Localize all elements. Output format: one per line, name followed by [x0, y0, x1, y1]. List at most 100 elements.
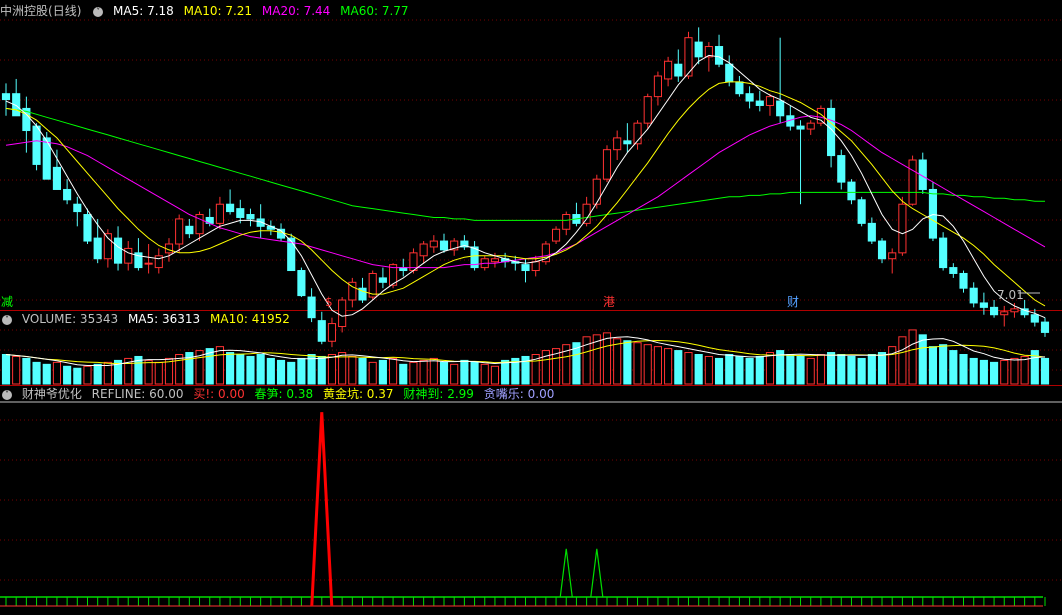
candle-body: [317, 320, 326, 342]
candle-body: [32, 125, 41, 165]
volume-bar: [429, 357, 438, 385]
collapse-indicator-icon[interactable]: ˅: [2, 389, 12, 400]
candle-body: [694, 41, 703, 58]
candle-body: [664, 60, 673, 80]
candle-body: [215, 203, 224, 224]
volume-bar: [317, 355, 326, 385]
collapse-volume-icon[interactable]: ˅: [2, 314, 12, 325]
volume-bar: [52, 361, 61, 385]
volume-bar: [949, 350, 958, 385]
ma5-label: MA5: 7.18: [113, 4, 174, 18]
volume-bar: [450, 363, 459, 385]
volume-bar: [714, 357, 724, 385]
collapse-price-icon[interactable]: ˅: [93, 6, 104, 17]
candle-body: [419, 243, 428, 257]
volume-bar: [755, 355, 764, 385]
event-marker-gang[interactable]: 港: [602, 295, 616, 309]
volume-ma10-label: MA10: 41952: [210, 312, 290, 326]
volume-bar: [806, 357, 815, 385]
volume-bar: [358, 357, 367, 385]
red-spike: [310, 412, 334, 607]
volume-bar: [348, 355, 357, 385]
candle-body: [236, 208, 245, 218]
candle-body: [307, 296, 316, 319]
indicator-legend: ˅ 财神爷优化 REFLINE: 60.00 买!: 0.00 春笋: 0.38…: [0, 386, 560, 402]
volume-bar: [480, 363, 489, 385]
volume-bar: [623, 340, 632, 385]
volume-bar: [939, 344, 948, 385]
candle-body: [73, 203, 82, 213]
candle-body: [1000, 311, 1009, 316]
volume-bar: [1, 354, 11, 385]
volume-bar: [215, 346, 224, 385]
volume-bar: [704, 355, 713, 385]
volume-bar: [653, 346, 662, 385]
candle-body: [562, 214, 571, 230]
stock-name: 中洲控股: [0, 4, 49, 18]
candle-body: [52, 166, 61, 190]
candle-body: [551, 228, 561, 242]
candle-body: [378, 277, 387, 283]
volume-bar: [460, 359, 469, 385]
event-marker-dollar[interactable]: $: [324, 295, 334, 309]
volume-bar: [613, 338, 622, 385]
volume-bar: [664, 348, 673, 385]
tanzuile-label: 贪嘴乐: 0.00: [483, 387, 555, 401]
candle-body: [674, 63, 683, 77]
candle-body: [837, 155, 846, 183]
volume-bar: [643, 344, 652, 385]
candle-body: [928, 188, 938, 239]
candle-body: [531, 261, 540, 272]
stock-chart-canvas[interactable]: [0, 0, 1062, 615]
candle-body: [725, 63, 734, 83]
candle-body: [949, 267, 958, 274]
candle-body: [714, 46, 724, 65]
candle-body: [592, 178, 601, 205]
volume-bar: [959, 354, 968, 385]
candle-body: [939, 237, 948, 269]
green-spike: [590, 548, 604, 598]
volume-bar: [867, 354, 876, 385]
event-marker-jian[interactable]: 减: [0, 295, 14, 309]
volume-bar: [602, 332, 612, 385]
volume-bar: [266, 357, 275, 385]
volume-bar: [256, 354, 265, 385]
volume-bar: [827, 352, 836, 385]
volume-bar: [32, 361, 41, 385]
candle-body: [521, 264, 530, 272]
volume-bar: [969, 357, 978, 385]
volume-bar: [42, 363, 51, 385]
volume-bar: [490, 365, 500, 385]
candle-body: [185, 225, 194, 235]
candle-body: [582, 203, 591, 224]
volume-bar: [63, 365, 72, 385]
candle-body: [877, 240, 887, 260]
candle-body: [969, 287, 978, 304]
ma60-label: MA60: 7.77: [340, 4, 409, 18]
volume-bar: [918, 334, 927, 385]
candle-body: [144, 262, 153, 265]
volume-bar: [1010, 357, 1019, 385]
candle-body: [175, 218, 184, 245]
candle-body: [83, 214, 92, 242]
candle-body: [735, 81, 744, 95]
candle-body: [959, 272, 968, 289]
volume-bar: [276, 359, 286, 385]
indicator-name: 财神爷优化: [21, 387, 82, 401]
volume-bar: [73, 367, 82, 385]
volume-bar: [796, 355, 805, 385]
volume-bar: [12, 355, 21, 385]
volume-bar: [144, 359, 153, 385]
volume-bar: [419, 359, 428, 385]
candle-body: [857, 199, 866, 224]
volume-bar: [765, 352, 775, 385]
last-price-label: 7.01: [997, 288, 1024, 302]
event-marker-cai[interactable]: 财: [786, 295, 800, 309]
volume-bar: [633, 342, 642, 385]
volume-bar: [816, 354, 825, 385]
volume-bar: [22, 357, 31, 385]
volume-bar: [898, 336, 907, 385]
ma60-line: [5, 107, 1045, 221]
candle-body: [124, 247, 133, 264]
caishendao-label: 财神到: 2.99: [403, 387, 474, 401]
